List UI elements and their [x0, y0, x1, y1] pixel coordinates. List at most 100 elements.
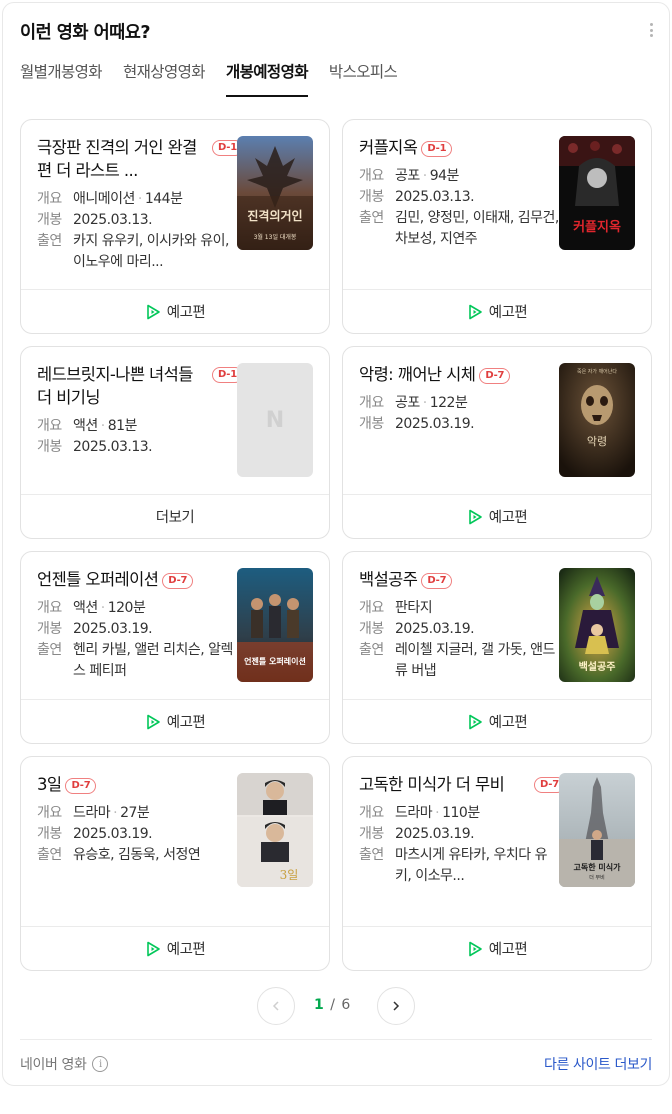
cast-label: 출연 — [37, 642, 62, 658]
tab-upcoming[interactable]: 개봉예정영화 — [225, 57, 309, 97]
total-pages: 6 — [341, 997, 352, 1013]
tab-monthly-release[interactable]: 월별개봉영화 — [20, 57, 103, 97]
trailer-button[interactable]: 예고편 — [343, 494, 651, 538]
release-value: 2025.03.19. — [395, 621, 475, 637]
more-button[interactable]: 더보기 — [21, 494, 329, 538]
poster-title-text: 진격의거인 — [247, 208, 302, 223]
movie-title[interactable]: 커플지옥 D-1 — [359, 136, 559, 159]
pagination: 1 / 6 — [0, 987, 672, 1025]
tab-now-showing[interactable]: 현재상영영화 — [123, 57, 206, 97]
runtime-value: 94분 — [429, 168, 460, 184]
trailer-button[interactable]: 예고편 — [21, 926, 329, 970]
movie-info: 언젠틀 오퍼레이션 D-7 개요 액션 · 120분 개봉 2025.03.19. 출연 헨… — [37, 568, 237, 682]
movie-title[interactable]: 악령: 깨어난 시체 D-7 — [359, 363, 559, 386]
movie-title[interactable]: 언젠틀 오퍼레이션 D-7 — [37, 568, 237, 591]
play-icon — [468, 509, 482, 524]
cast-label: 출연 — [37, 847, 62, 863]
movie-poster[interactable]: 죽은 자가 깨어난다 악령 — [559, 363, 635, 477]
cast-value: 레이첼 지글러, 갤 가돗, 앤드류 버냅 — [395, 642, 555, 679]
genre-value: 액션 — [73, 600, 98, 616]
movie-title-text[interactable]: 커플지옥 — [359, 138, 418, 157]
kebab-icon[interactable] — [645, 20, 657, 40]
genre-label: 개요 — [37, 418, 62, 434]
release-label: 개봉 — [359, 189, 384, 205]
genre-value: 드라마 — [73, 805, 111, 821]
movie-poster[interactable]: 3일 — [237, 773, 313, 887]
release-value: 2025.03.13. — [395, 189, 475, 205]
dday-badge: D-1 — [421, 141, 453, 157]
widget-title: 이런 영화 어때요? — [20, 23, 151, 43]
genre-value: 공포 — [395, 395, 420, 411]
movie-card[interactable]: 언젠틀 오퍼레이션 D-7 개요 액션 · 120분 개봉 2025.03.19. 출연 헨… — [20, 551, 330, 744]
movie-card[interactable]: 고독한 미식가 더 무비 D-7 개요 드라마 · 110분 개봉 2025.03.19.… — [342, 756, 652, 971]
release-value: 2025.03.19. — [395, 826, 475, 842]
release-label: 개봉 — [37, 826, 62, 842]
trailer-button[interactable]: 예고편 — [21, 699, 329, 743]
runtime-value: 144분 — [144, 191, 183, 207]
movie-title-text[interactable]: 극장판 진격의 거인 완결편 더 라스트 ... — [37, 138, 197, 180]
movie-info: 고독한 미식가 더 무비 D-7 개요 드라마 · 110분 개봉 2025.03.19.… — [359, 773, 565, 887]
poster-placeholder[interactable]: N — [237, 363, 313, 477]
movie-card[interactable]: 백설공주 D-7 개요 판타지 개봉 2025.03.19. 출연 레이첼 지글러, 갤… — [342, 551, 652, 744]
play-icon — [146, 941, 160, 956]
prev-page-button[interactable] — [257, 987, 295, 1025]
page-indicator: 1 / 6 — [314, 997, 351, 1013]
movie-info: 3일 D-7 개요 드라마 · 27분 개봉 2025.03.19. 출연 유승호, 김동욱… — [37, 773, 237, 866]
movie-poster[interactable]: 진격의거인 3월 13일 대개봉 — [237, 136, 313, 250]
cast-value: 유승호, 김동욱, 서정연 — [73, 847, 201, 863]
movie-card[interactable]: 커플지옥 D-1 개요 공포 · 94분 개봉 2025.03.13. 출연 김민, 양정민… — [342, 119, 652, 334]
movie-card[interactable]: 극장판 진격의 거인 완결편 더 라스트 ... D-1 개요 애니메이션 · 144분… — [20, 119, 330, 334]
movie-poster[interactable]: 커플지옥 — [559, 136, 635, 250]
trailer-label: 예고편 — [166, 305, 206, 321]
genre-label: 개요 — [37, 191, 62, 207]
movie-title-text[interactable]: 고독한 미식가 더 무비 — [359, 775, 505, 794]
movie-poster[interactable]: 고독한 미식가 더 무비 — [559, 773, 635, 887]
chevron-right-icon — [393, 1001, 400, 1011]
movie-title[interactable]: 레드브릿지-나쁜 녀석들 더 비기닝 D-1 — [37, 363, 243, 409]
poster-title-text: 언젠틀 오퍼레이션 — [244, 656, 306, 666]
info-icon[interactable]: i — [92, 1056, 109, 1072]
naver-logo-icon: N — [265, 407, 285, 433]
next-page-button[interactable] — [377, 987, 415, 1025]
trailer-button[interactable]: 예고편 — [343, 699, 651, 743]
trailer-label: 예고편 — [488, 715, 528, 731]
poster-title-text: 3일 — [280, 868, 299, 882]
cast-value: 김민, 양정민, 이태재, 김무건, 차보성, 지연주 — [395, 210, 559, 247]
movie-card[interactable]: 레드브릿지-나쁜 녀석들 더 비기닝 D-1 개요 액션 · 81분 개봉 2025.03… — [20, 346, 330, 539]
genre-value: 액션 — [73, 418, 98, 434]
movie-title[interactable]: 백설공주 D-7 — [359, 568, 559, 591]
movie-title[interactable]: 3일 D-7 — [37, 773, 237, 796]
trailer-label: 예고편 — [166, 715, 206, 731]
movie-poster[interactable]: 백설공주 — [559, 568, 635, 682]
release-label: 개봉 — [37, 212, 62, 228]
movie-title-text[interactable]: 3일 — [37, 775, 62, 794]
release-label: 개봉 — [37, 439, 62, 455]
movie-title-text[interactable]: 악령: 깨어난 시체 — [359, 365, 476, 384]
play-icon — [146, 714, 160, 729]
tab-box-office[interactable]: 박스오피스 — [329, 57, 398, 97]
release-value: 2025.03.19. — [73, 621, 153, 637]
page-separator: / — [330, 997, 336, 1013]
movie-card[interactable]: 악령: 깨어난 시체 D-7 개요 공포 · 122분 개봉 2025.03.19. 죽은… — [342, 346, 652, 539]
genre-label: 개요 — [37, 600, 62, 616]
dday-badge: D-7 — [479, 368, 511, 384]
cast-label: 출연 — [359, 210, 384, 226]
trailer-button[interactable]: 예고편 — [343, 926, 651, 970]
cast-value: 카지 유우키, 이시카와 유이, 이노우에 마리... — [73, 233, 229, 270]
movie-card[interactable]: 3일 D-7 개요 드라마 · 27분 개봉 2025.03.19. 출연 유승호, 김동욱… — [20, 756, 330, 971]
more-label: 더보기 — [155, 510, 195, 526]
runtime-value: 110분 — [442, 805, 480, 821]
release-label: 개봉 — [359, 826, 384, 842]
movie-title-text[interactable]: 백설공주 — [359, 570, 418, 589]
trailer-button[interactable]: 예고편 — [343, 289, 651, 333]
movie-title-text[interactable]: 레드브릿지-나쁜 녀석들 더 비기닝 — [37, 365, 193, 407]
runtime-value: 81분 — [107, 418, 138, 434]
movie-title-text[interactable]: 언젠틀 오퍼레이션 — [37, 570, 159, 589]
movie-title[interactable]: 고독한 미식가 더 무비 D-7 — [359, 773, 565, 796]
trailer-button[interactable]: 예고편 — [21, 289, 329, 333]
more-sites-link[interactable]: 다른 사이트 더보기 — [544, 1054, 652, 1074]
release-value: 2025.03.13. — [73, 439, 153, 455]
source-text: 네이버 영화 — [20, 1057, 87, 1073]
movie-title[interactable]: 극장판 진격의 거인 완결편 더 라스트 ... D-1 — [37, 136, 243, 182]
movie-poster[interactable]: 언젠틀 오퍼레이션 — [237, 568, 313, 682]
